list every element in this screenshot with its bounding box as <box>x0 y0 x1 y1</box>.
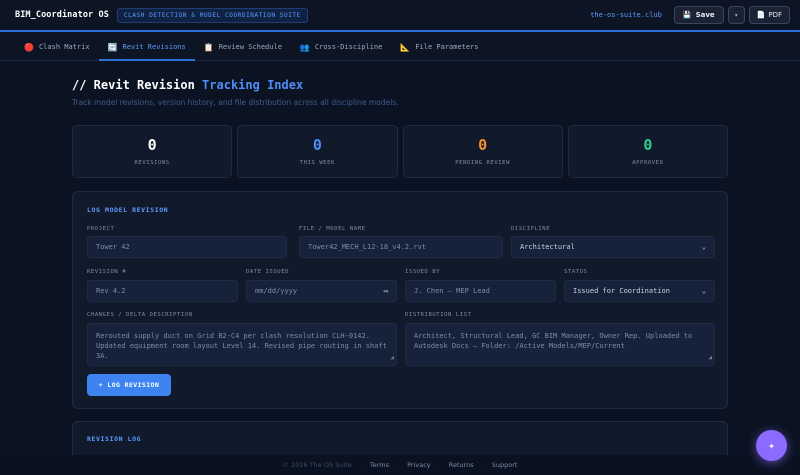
pdf-label: PDF <box>768 11 782 19</box>
footer-link-returns[interactable]: Returns <box>449 461 474 469</box>
save-icon: 💾 <box>682 11 692 19</box>
status-value: Issued for Coordination <box>573 287 670 295</box>
issued-by-placeholder: J. Chen — MEP Lead <box>414 287 490 295</box>
date-issued-label: DATE ISSUED <box>246 269 290 275</box>
revision-log-title: REVISION LOG <box>87 435 142 443</box>
status-label: STATUS <box>564 269 588 275</box>
tab-label: Clash Matrix <box>38 43 90 51</box>
clipboard-icon: 📋 <box>203 42 214 52</box>
top-bar: BIM_Coordinator OS CLASH DETECTION & MOD… <box>0 0 800 32</box>
people-icon: 👥 <box>299 42 310 52</box>
stat-revisions: 0 REVISIONS <box>72 125 233 178</box>
resize-handle-icon[interactable]: ◢ <box>390 353 394 363</box>
triangle-ruler-icon: 📐 <box>400 42 411 52</box>
chevron-down-icon: ⌄ <box>701 287 706 295</box>
page-title: // Revit Revision Tracking Index <box>72 78 303 92</box>
tab-file-parameters[interactable]: 📐 File Parameters <box>391 34 487 60</box>
stat-value: 0 <box>643 136 653 154</box>
tab-label: Revit Revisions <box>122 43 186 51</box>
footer-link-terms[interactable]: Terms <box>370 461 389 469</box>
stat-label: REVISIONS <box>134 160 170 166</box>
log-revision-button[interactable]: + LOG REVISION <box>87 374 171 396</box>
footer-link-support[interactable]: Support <box>492 461 518 469</box>
discipline-label: DISCIPLINE <box>511 226 551 232</box>
page-title-accent: Tracking Index <box>202 78 304 92</box>
stat-this-week: 0 THIS WEEK <box>237 125 398 178</box>
distribution-textarea[interactable]: Architect, Structural Lead, GC BIM Manag… <box>405 323 715 366</box>
chevron-down-icon: ⌄ <box>701 243 706 251</box>
assistant-fab-button[interactable]: ✦ <box>756 430 787 461</box>
date-placeholder: mm/dd/yyyy <box>255 287 298 295</box>
suite-badge: CLASH DETECTION & MODEL COORDINATION SUI… <box>116 7 308 23</box>
page-subtitle: Track model revisions, version history, … <box>72 98 399 107</box>
stat-label: APPROVED <box>632 160 664 166</box>
issued-by-label: ISSUED BY <box>405 269 441 275</box>
discipline-value: Architectural <box>520 243 575 251</box>
stat-label: THIS WEEK <box>299 160 335 166</box>
save-button[interactable]: 💾 Save <box>673 6 724 24</box>
document-icon: 📄 <box>756 11 766 19</box>
log-revision-card: LOG MODEL REVISION PROJECT Tower 42 FILE… <box>72 191 728 409</box>
stat-pending-review: 0 PENDING REVIEW <box>402 125 563 178</box>
red-circle-icon: 🔴 <box>24 42 34 52</box>
footer-link-privacy[interactable]: Privacy <box>407 461 431 469</box>
revision-placeholder: Rev 4.2 <box>96 287 126 295</box>
more-options-button[interactable]: ▾ <box>727 6 745 24</box>
chevron-down-icon: ▾ <box>734 11 738 19</box>
date-issued-input[interactable]: mm/dd/yyyy ▭ <box>246 280 397 302</box>
stat-value: 0 <box>478 136 488 154</box>
stat-value: 0 <box>147 136 157 154</box>
footer: © 2026 The OS Suite · Terms · Privacy · … <box>0 455 800 475</box>
tab-bar: 🔴 Clash Matrix 🔄 Revit Revisions 📋 Revie… <box>0 34 800 61</box>
status-select[interactable]: Issued for Coordination ⌄ <box>564 280 715 302</box>
save-label: Save <box>695 11 715 19</box>
card-title: LOG MODEL REVISION <box>87 206 169 214</box>
footer-separator: · <box>397 461 400 469</box>
tab-label: Review Schedule <box>218 43 282 51</box>
footer-separator: · <box>359 461 362 469</box>
issued-by-input[interactable]: J. Chen — MEP Lead <box>405 280 556 302</box>
tab-label: File Parameters <box>415 43 479 51</box>
stat-approved: 0 APPROVED <box>567 125 728 178</box>
app-brand: BIM_Coordinator OS <box>15 10 109 20</box>
sparkle-icon: ✦ <box>768 439 775 452</box>
file-name-input[interactable]: Tower42_MECH_L12-18_v4.2.rvt <box>299 236 503 258</box>
project-placeholder: Tower 42 <box>96 243 130 251</box>
tab-clash-matrix[interactable]: 🔴 Clash Matrix <box>15 34 99 60</box>
resize-handle-icon[interactable]: ◢ <box>708 353 712 363</box>
project-label: PROJECT <box>87 226 115 232</box>
stat-value: 0 <box>312 136 322 154</box>
revision-input[interactable]: Rev 4.2 <box>87 280 238 302</box>
refresh-icon: 🔄 <box>107 42 118 52</box>
domain-link[interactable]: the-os-suite.club <box>590 11 662 19</box>
footer-separator: · <box>438 461 441 469</box>
footer-copyright: © 2026 The OS Suite <box>282 461 352 469</box>
page-title-prefix: // Revit Revision <box>72 78 203 92</box>
changes-label: CHANGES / DELTA DESCRIPTION <box>87 312 193 318</box>
revision-label: REVISION # <box>87 269 127 275</box>
tab-revit-revisions[interactable]: 🔄 Revit Revisions <box>98 34 195 61</box>
file-name-label: FILE / MODEL NAME <box>299 226 366 232</box>
tab-cross-discipline[interactable]: 👥 Cross-Discipline <box>291 34 391 60</box>
calendar-icon[interactable]: ▭ <box>384 287 388 295</box>
footer-separator: · <box>481 461 484 469</box>
distribution-label: DISTRIBUTION LIST <box>405 312 472 318</box>
changes-textarea[interactable]: Rerouted supply duct on Grid B2-C4 per c… <box>87 323 397 366</box>
project-input[interactable]: Tower 42 <box>87 236 287 258</box>
tab-review-schedule[interactable]: 📋 Review Schedule <box>195 34 291 60</box>
distribution-placeholder: Architect, Structural Lead, GC BIM Manag… <box>414 332 693 350</box>
changes-placeholder: Rerouted supply duct on Grid B2-C4 per c… <box>96 332 387 360</box>
stat-label: PENDING REVIEW <box>455 160 510 166</box>
tab-label: Cross-Discipline <box>314 43 383 51</box>
pdf-button[interactable]: 📄 PDF <box>748 6 790 24</box>
discipline-select[interactable]: Architectural ⌄ <box>511 236 715 258</box>
stats-row: 0 REVISIONS 0 THIS WEEK 0 PENDING REVIEW… <box>72 125 728 178</box>
file-name-placeholder: Tower42_MECH_L12-18_v4.2.rvt <box>308 243 427 251</box>
